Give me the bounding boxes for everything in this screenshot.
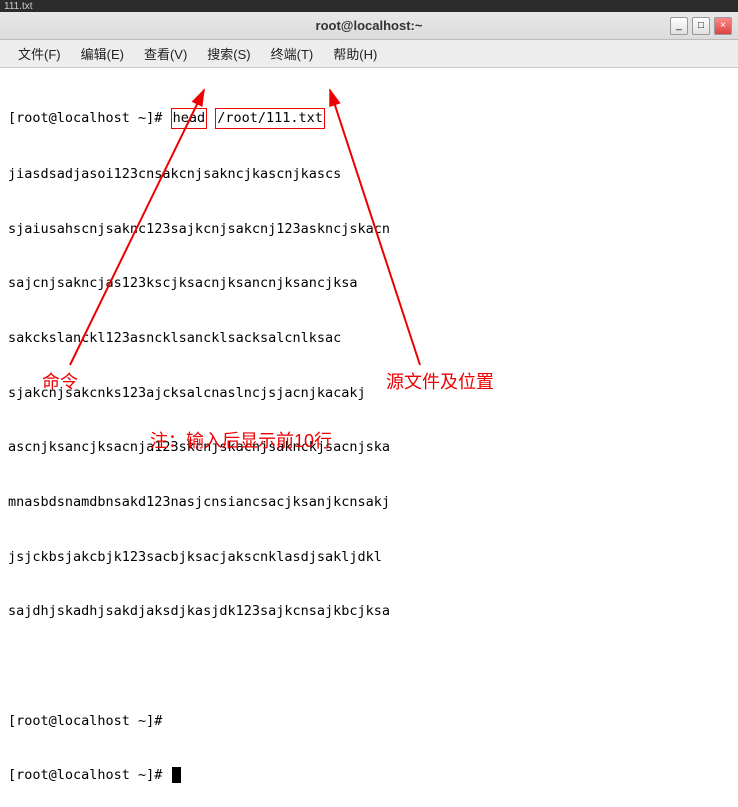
output-line: sjaiusahscnjsaknc123sajkcnjsakcnj123askn… (8, 220, 730, 238)
window-titlebar[interactable]: root@localhost:~ _ □ × (0, 12, 738, 40)
menubar: 文件(F) 编辑(E) 查看(V) 搜索(S) 终端(T) 帮助(H) (0, 40, 738, 68)
minimize-button[interactable]: _ (670, 17, 688, 35)
prompt: [root@localhost ~]# (8, 110, 171, 126)
close-button[interactable]: × (714, 17, 732, 35)
output-line: jsjckbsjakcbjk123sacbjksacjakscnklasdjsa… (8, 548, 730, 566)
window-title: root@localhost:~ (0, 18, 738, 33)
head-command-highlight: head (171, 108, 208, 128)
menu-terminal[interactable]: 终端(T) (261, 40, 324, 67)
prompt-line: [root@localhost ~]# (8, 712, 730, 730)
output-line: mnasbdsnamdbnsakd123nasjcnsiancsacjksanj… (8, 493, 730, 511)
blank-line (8, 657, 730, 675)
menu-view[interactable]: 查看(V) (134, 40, 197, 67)
prompt-line: [root@localhost ~]# (8, 766, 730, 784)
command-line: [root@localhost ~]# head /root/111.txt (8, 108, 730, 128)
menu-file[interactable]: 文件(F) (8, 40, 71, 67)
maximize-button[interactable]: □ (692, 17, 710, 35)
taskbar-item: 111.txt (4, 1, 33, 12)
path-highlight: /root/111.txt (215, 108, 325, 128)
output-line: sajdhjskadhjsakdjaksdjkasjdk123sajkcnsaj… (8, 602, 730, 620)
menu-edit[interactable]: 编辑(E) (71, 40, 134, 67)
prompt: [root@localhost ~]# (8, 767, 171, 783)
output-line: sajcnjsakncjas123kscjksacnjksancnjksancj… (8, 274, 730, 292)
output-line: sakckslanckl123asncklsancklsacksalcnlksa… (8, 329, 730, 347)
output-line: jiasdsadjasoi123cnsakcnjsakncjkascnjkasc… (8, 165, 730, 183)
terminal-area[interactable]: [root@localhost ~]# head /root/111.txt j… (0, 68, 738, 807)
output-line: ascnjksancjksacnja123skcnjskacnjsaknckjs… (8, 438, 730, 456)
desktop-taskbar: 111.txt (0, 0, 738, 12)
cursor (172, 767, 181, 783)
window-controls: _ □ × (670, 17, 732, 35)
menu-help[interactable]: 帮助(H) (323, 40, 387, 67)
menu-search[interactable]: 搜索(S) (197, 40, 260, 67)
output-line: sjakcnjsakcnks123ajcksalcnaslncjsjacnjka… (8, 384, 730, 402)
